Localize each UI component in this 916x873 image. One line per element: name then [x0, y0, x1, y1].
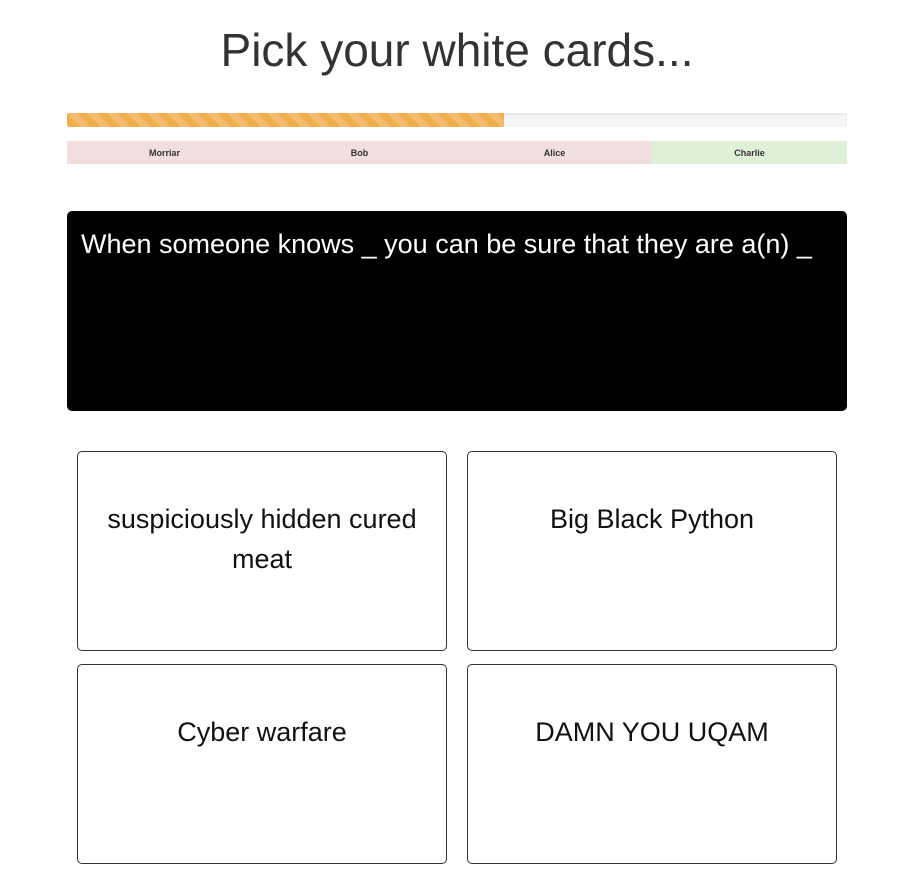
page-title: Pick your white cards... [220, 24, 694, 76]
player-status-charlie: Charlie [652, 141, 847, 164]
white-card[interactable]: Cyber warfare [77, 664, 447, 864]
player-status-alice: Alice [457, 141, 652, 164]
player-status-bob: Bob [262, 141, 457, 164]
white-card[interactable]: Big Black Python [467, 451, 837, 651]
progress-fill [67, 113, 504, 127]
player-status-morriar: Morriar [67, 141, 262, 164]
white-card[interactable]: DAMN YOU UQAM [467, 664, 837, 864]
white-card[interactable]: suspiciously hidden cured meat [77, 451, 447, 651]
round-progress-bar [67, 113, 847, 127]
player-status-bar: Morriar Bob Alice Charlie [67, 141, 847, 164]
black-card-question: When someone knows _ you can be sure tha… [67, 211, 847, 411]
